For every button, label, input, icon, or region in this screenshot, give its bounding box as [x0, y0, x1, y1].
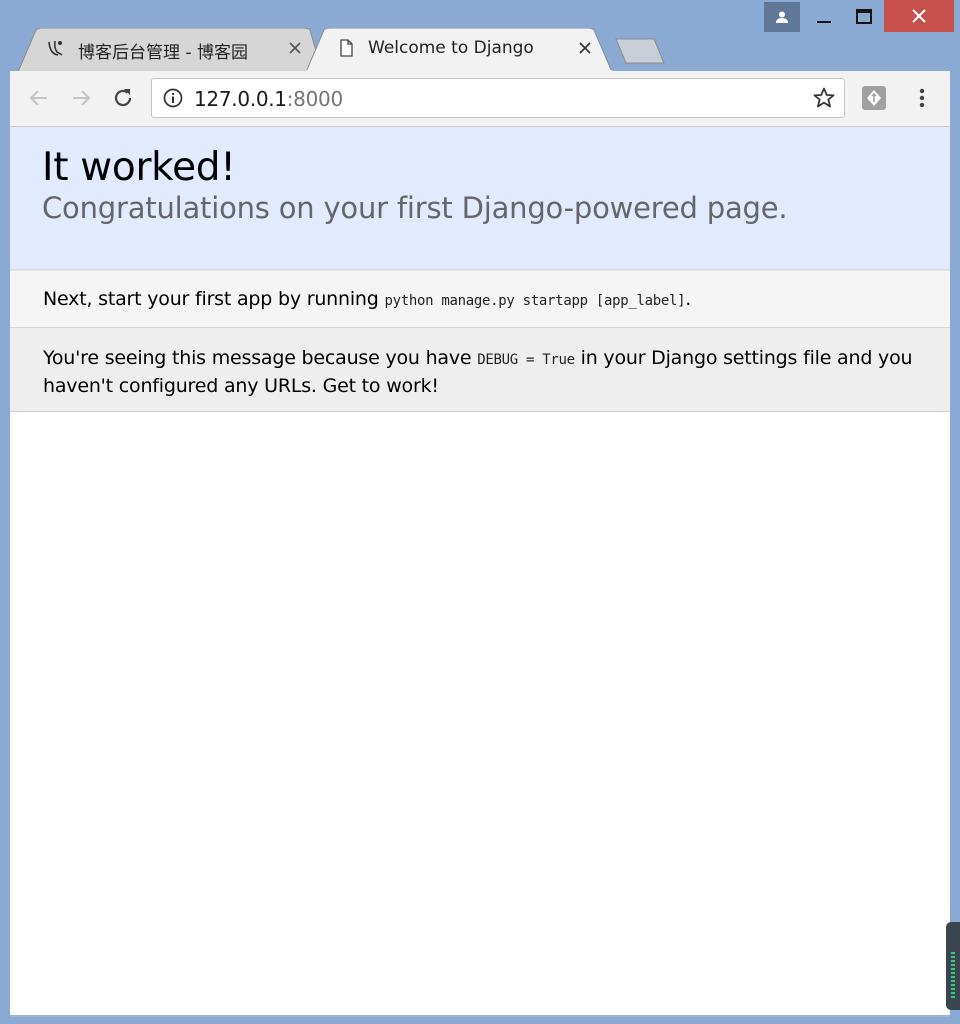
url-host: 127.0.0.1 [194, 87, 287, 111]
tab-welcome-django[interactable]: Welcome to Django [306, 28, 612, 72]
debug-setting-code: DEBUG = True [477, 352, 575, 368]
extension-icon [862, 86, 886, 110]
new-tab-icon [615, 38, 665, 64]
url-port: :8000 [286, 87, 343, 111]
maximize-icon [856, 9, 872, 24]
instructions-suffix: . [685, 288, 692, 310]
tab-close-icon[interactable] [576, 39, 594, 57]
reload-button[interactable] [109, 84, 137, 112]
minimize-button[interactable] [806, 2, 842, 32]
minimize-icon [817, 21, 831, 23]
extension-button[interactable] [861, 85, 887, 111]
window-bottom-border [10, 1015, 950, 1017]
tab-close-icon[interactable] [286, 39, 304, 57]
summary-section: It worked! Congratulations on your first … [10, 127, 950, 270]
page-title: It worked! Congratulations on your first … [42, 145, 788, 225]
meter-bar [951, 952, 955, 1000]
close-icon [912, 9, 926, 23]
startapp-command: python manage.py startapp [app_label] [384, 293, 686, 309]
profile-button[interactable] [764, 2, 800, 32]
side-meter-widget[interactable] [946, 922, 960, 1010]
page-content: It worked! Congratulations on your first … [10, 127, 950, 1015]
new-tab-button[interactable] [612, 38, 668, 64]
page-subtitle: Congratulations on your first Django-pow… [42, 191, 788, 225]
forward-arrow-icon [73, 90, 91, 106]
instructions-text: Next, start your first app by running py… [43, 288, 691, 310]
cnblogs-logo-icon [46, 38, 66, 58]
instructions-section: Next, start your first app by running py… [10, 270, 950, 328]
maximize-button[interactable] [846, 2, 882, 32]
url-text[interactable]: 127.0.0.1:8000 [194, 87, 343, 111]
instructions-prefix: Next, start your first app by running [43, 288, 385, 310]
back-arrow-icon [29, 90, 47, 106]
bookmark-star-icon[interactable] [812, 86, 836, 110]
profile-icon [776, 11, 788, 23]
close-window-button[interactable] [884, 0, 954, 32]
tab-cnblogs[interactable]: 博客后台管理 - 博客园 [18, 28, 322, 72]
tab-title: 博客后台管理 - 博客园 [78, 43, 248, 63]
browser-toolbar: 127.0.0.1:8000 [10, 71, 950, 127]
reload-icon [114, 89, 132, 107]
browser-menu-button[interactable] [912, 85, 932, 111]
site-info-icon[interactable] [162, 87, 184, 109]
more-vertical-icon [919, 88, 925, 108]
tab-title: Welcome to Django [368, 38, 534, 58]
back-button[interactable] [25, 84, 53, 112]
explanation-text: You're seeing this message because you h… [43, 345, 913, 399]
address-bar[interactable]: 127.0.0.1:8000 [151, 78, 845, 118]
explanation-section: You're seeing this message because you h… [10, 328, 950, 412]
heading-text: It worked! [42, 145, 236, 190]
forward-button[interactable] [67, 84, 95, 112]
document-icon [336, 38, 356, 58]
explanation-prefix: You're seeing this message because you h… [43, 347, 478, 369]
